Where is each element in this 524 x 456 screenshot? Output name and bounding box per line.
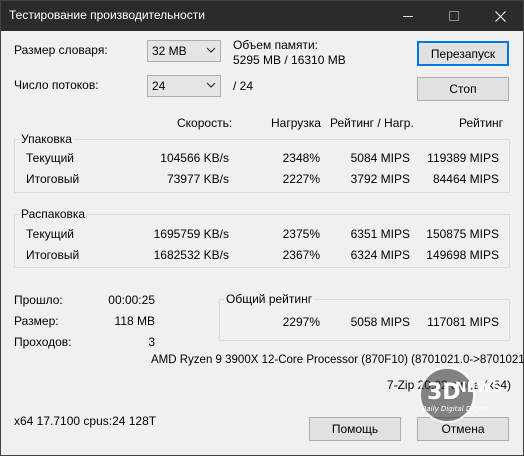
size-label: Размер:: [14, 314, 59, 328]
packing-current-label: Текущий: [26, 151, 74, 165]
overall-load: 2297%: [282, 315, 320, 329]
col-rating-load: Рейтинг / Нагр.: [330, 116, 414, 130]
unpacking-current-rating-load: 6351 MIPS: [350, 227, 410, 241]
overall-rating-title: Общий рейтинг: [224, 292, 315, 306]
stop-label: Стоп: [449, 82, 477, 96]
help-label: Помощь: [331, 422, 379, 436]
unpacking-current-rating: 150875 MIPS: [426, 227, 499, 241]
unpacking-total-load: 2367%: [282, 248, 320, 262]
packing-current-rating: 119389 MIPS: [427, 151, 499, 165]
dict-size-label: Размер словаря:: [14, 43, 108, 57]
threads-total: / 24: [233, 79, 254, 93]
elapsed-label: Прошло:: [14, 293, 63, 307]
packing-total-rating-load: 3792 MIPS: [350, 172, 410, 186]
system-info: x64 17.7100 cpus:24 128T: [14, 414, 157, 428]
chevron-down-icon: [206, 82, 216, 88]
dict-size-value: 32 MB: [152, 44, 187, 58]
packing-current-load: 2348%: [282, 151, 320, 165]
unpacking-title: Распаковка: [19, 207, 88, 221]
3dnews-watermark-logo: 3D NEWS Daily Digital Digest: [419, 367, 502, 423]
memory-label: Объем памяти:: [233, 38, 319, 52]
threads-label: Число потоков:: [14, 78, 99, 92]
packing-total-load: 2227%: [282, 172, 320, 186]
col-speed: Скорость:: [177, 116, 233, 130]
unpacking-total-rating-load: 6324 MIPS: [350, 248, 410, 262]
packing-total-speed: 73977 KB/s: [166, 172, 229, 186]
col-rating: Рейтинг: [459, 116, 504, 130]
threads-select[interactable]: 24: [147, 75, 221, 97]
elapsed-value: 00:00:25: [108, 293, 155, 307]
packing-current-speed: 104566 KB/s: [160, 151, 229, 165]
stop-button[interactable]: Стоп: [417, 77, 509, 101]
overall-rating-load: 5058 MIPS: [350, 315, 410, 329]
threads-value: 24: [152, 79, 166, 93]
passes-label: Проходов:: [14, 335, 72, 349]
title-bar[interactable]: Тестирование производительности: [1, 1, 523, 31]
unpacking-total-label: Итоговый: [26, 248, 80, 262]
close-button[interactable]: [477, 1, 523, 31]
help-button[interactable]: Помощь: [309, 417, 401, 441]
unpacking-total-rating: 149698 MIPS: [426, 248, 499, 262]
packing-total-rating: 84464 MIPS: [432, 172, 499, 186]
chevron-down-icon: [206, 47, 216, 53]
restart-label: Перезапуск: [430, 46, 496, 61]
watermark-tagline: Daily Digital Digest: [421, 405, 489, 413]
close-icon: [494, 10, 506, 22]
window-title: Тестирование производительности: [9, 8, 205, 22]
unpacking-total-speed: 1682532 KB/s: [153, 248, 229, 262]
memory-value: 5295 MB / 16310 MB: [233, 53, 346, 67]
passes-value: 3: [148, 335, 155, 349]
unpacking-current-load: 2375%: [282, 227, 320, 241]
maximize-icon: [449, 11, 459, 21]
benchmark-window: Тестирование производительности Размер с…: [0, 0, 524, 456]
unpacking-current-label: Текущий: [26, 227, 74, 241]
maximize-button: [431, 1, 477, 31]
dict-size-select[interactable]: 32 MB: [147, 40, 221, 62]
packing-current-rating-load: 5084 MIPS: [350, 151, 410, 165]
unpacking-current-speed: 1695759 KB/s: [153, 227, 229, 241]
watermark-news: NEWS: [455, 380, 502, 396]
size-value: 118 MB: [114, 314, 155, 328]
packing-total-label: Итоговый: [26, 172, 80, 186]
restart-button[interactable]: Перезапуск: [417, 41, 509, 66]
packing-title: Упаковка: [19, 132, 74, 146]
minimize-icon: [403, 15, 413, 17]
minimize-button[interactable]: [385, 1, 431, 31]
col-load: Нагрузка: [271, 116, 321, 130]
overall-rating: 117081 MIPS: [427, 315, 499, 329]
